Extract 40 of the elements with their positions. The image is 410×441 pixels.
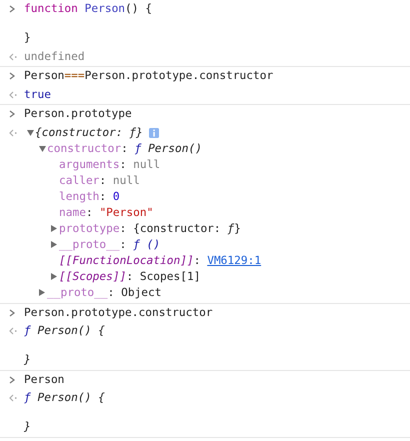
- expanded-triangle-icon[interactable]: [39, 146, 46, 152]
- property-row: caller: null: [59, 172, 140, 188]
- input-code-line: Person: [24, 372, 64, 387]
- collapsed-triangle-icon[interactable]: [39, 289, 45, 296]
- result-arrow-icon: [9, 90, 17, 99]
- property-row: length: 0: [59, 188, 120, 204]
- property-row: __proto__: Object: [47, 284, 162, 300]
- property-row: __proto__: ƒ (): [59, 236, 160, 252]
- property-row: [[Scopes]]: Scopes[1]: [59, 268, 200, 284]
- result-arrow-icon: [9, 394, 17, 402]
- property-row: [[FunctionLocation]]: VM6129:1: [59, 252, 262, 268]
- property-row: arguments: null: [59, 156, 160, 172]
- prompt-chevron-icon: [9, 376, 15, 384]
- property-row: constructor: ƒ Person(): [47, 140, 202, 156]
- result-line: undefined: [24, 50, 85, 64]
- prompt-chevron-icon: [9, 110, 15, 118]
- object-preview: {constructor: ƒ}: [35, 124, 143, 140]
- collapsed-triangle-icon[interactable]: [51, 225, 57, 232]
- expanded-triangle-icon[interactable]: [27, 130, 34, 136]
- result-arrow-icon: [9, 327, 17, 336]
- input-code-line: }: [24, 31, 32, 46]
- input-code-line: function Person() {: [24, 2, 152, 16]
- input-code-line: Person.prototype: [24, 107, 132, 122]
- collapsed-triangle-icon[interactable]: [51, 273, 57, 280]
- property-row: prototype: {constructor: ƒ}: [59, 220, 241, 236]
- result-arrow-icon: [9, 52, 17, 61]
- result-line: ƒ Person() {: [24, 391, 105, 406]
- prompt-chevron-icon: [9, 308, 15, 317]
- result-line: }: [24, 353, 32, 368]
- prompt-chevron-icon: [9, 5, 15, 14]
- input-code-line: Person===Person.prototype.constructor: [24, 69, 274, 84]
- property-row: name: "Person": [59, 204, 154, 220]
- result-line: true: [24, 88, 51, 102]
- link[interactable]: VM6129:1: [207, 254, 262, 266]
- result-line: ƒ Person() {: [24, 324, 105, 338]
- result-line: }: [24, 420, 32, 434]
- prompt-chevron-icon: [9, 72, 15, 80]
- result-arrow-icon: [9, 128, 17, 137]
- input-code-line: Person.prototype.constructor: [24, 306, 213, 320]
- collapsed-triangle-icon[interactable]: [51, 241, 57, 248]
